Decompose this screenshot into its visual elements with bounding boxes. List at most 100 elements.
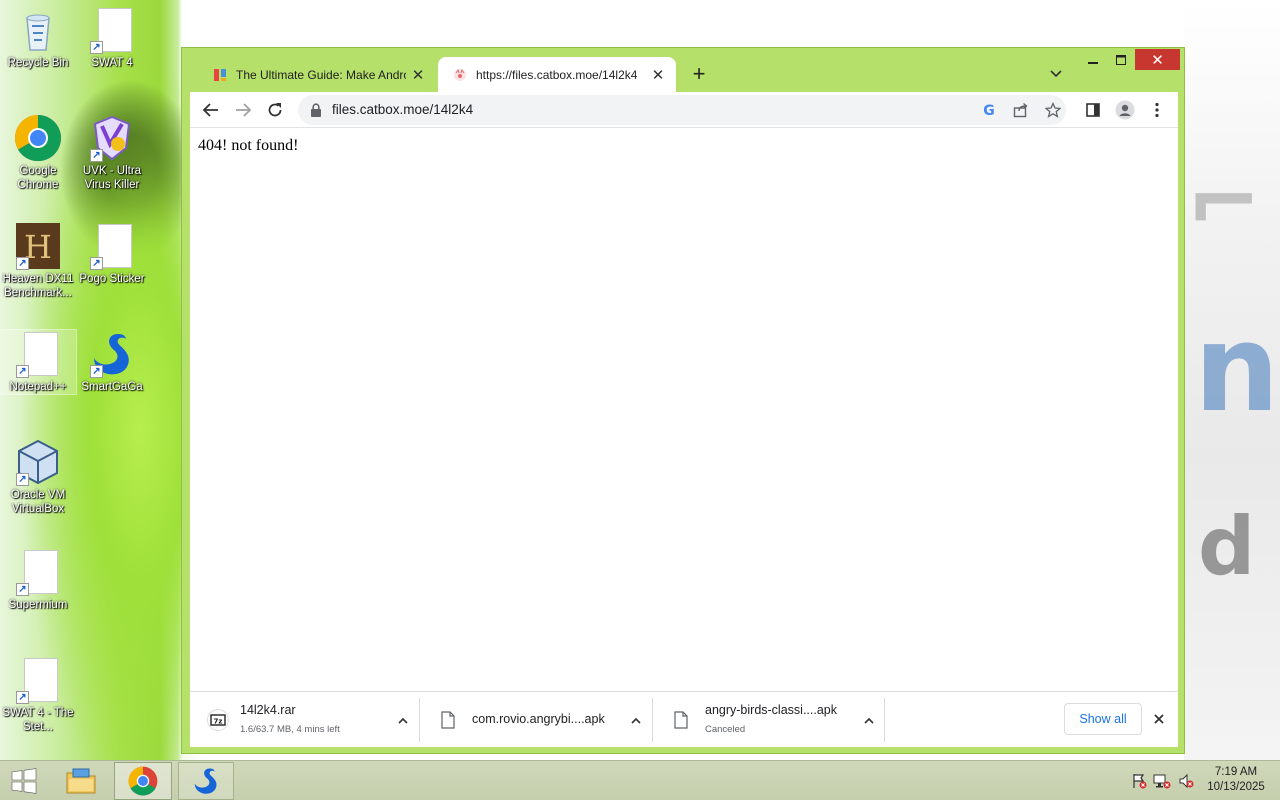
download-item[interactable]: angry-birds-classi....apk Canceled [653,692,885,748]
page-viewport: 404! not found! [190,128,1178,691]
desktop-icon-label: UVK - Ultra Virus Killer [82,165,142,191]
forward-button[interactable] [229,96,257,124]
wallpaper-decoration: ⌐ [1186,150,1262,255]
side-panel-icon[interactable] [1079,96,1107,124]
desktop-icon-supermium[interactable]: ↗ Supermium [0,548,76,612]
volume-muted-icon[interactable] [1177,773,1195,789]
start-button[interactable] [0,762,48,800]
guide-favicon-icon [212,67,228,83]
swan-icon [194,768,217,794]
tab-title: https://files.catbox.moe/14l2k4 [476,67,638,82]
desktop-icon-label: Heaven DX11 Benchmark... [2,273,74,299]
browser-window: The Ultimate Guide: Make Andro ✕ https:/… [181,47,1185,754]
uvk-icon: ↗ [88,114,136,162]
network-icon[interactable] [1153,773,1171,789]
wallpaper-decoration: n [1194,300,1280,439]
show-all-button[interactable]: Show all [1064,703,1142,735]
chrome-icon [14,114,62,162]
heaven-benchmark-icon: H ↗ [14,222,62,270]
chevron-up-icon[interactable] [392,710,414,732]
minimize-button[interactable] [1080,49,1106,70]
chevron-up-icon[interactable] [858,710,880,732]
close-download-shelf-icon[interactable] [1148,708,1170,730]
profile-avatar-icon[interactable] [1111,96,1139,124]
menu-kebab-icon[interactable] [1143,96,1171,124]
download-item[interactable]: com.rovio.angrybi....apk [420,692,653,748]
browser-toolbar: files.catbox.moe/14l2k4 G [190,92,1178,128]
desktop-icon-smartgaga[interactable]: ↗ SmartGaGa [74,330,150,394]
tab-ultimate-guide[interactable]: The Ultimate Guide: Make Andro ✕ [198,57,436,92]
desktop-icon-google-chrome[interactable]: Google Chrome [0,114,76,192]
taskbar-file-explorer[interactable] [58,762,104,800]
desktop-icon-swat4[interactable]: ↗ SWAT 4 [74,6,150,70]
file-icon: ↗ [14,548,62,596]
desktop-icon-label: Google Chrome [17,165,59,191]
desktop-icon-pogo-sticker[interactable]: ↗ Pogo Sticker [74,222,150,286]
download-status: 1.6/63.7 MB, 4 mins left [240,724,340,735]
taskbar-smartgaga[interactable] [178,762,234,800]
divider [884,698,885,742]
tab-strip: The Ultimate Guide: Make Andro ✕ https:/… [182,48,1184,92]
desktop-icon-label: Recycle Bin [7,57,69,69]
desktop-icon-label: SWAT 4 - The Stet... [2,707,74,733]
action-center-flag-icon[interactable] [1130,773,1148,789]
desktop-icon-notepad-plus-plus[interactable]: ↗ Notepad++ [0,329,77,395]
download-filename: 14l2k4.rar [240,703,296,717]
download-status: Canceled [705,724,746,735]
file-icon: ↗ [88,6,136,54]
page-error-text: 404! not found! [198,137,299,154]
file-icon: ↗ [88,222,136,270]
download-item[interactable]: 7z 14l2k4.rar 1.6/63.7 MB, 4 mins left [190,692,420,748]
file-icon [669,708,693,732]
archive-7z-icon: 7z [206,708,230,732]
close-window-button[interactable]: ✕ [1135,49,1180,70]
url-text: files.catbox.moe/14l2k4 [332,102,474,117]
tab-close-icon[interactable]: ✕ [646,63,670,87]
google-lens-icon[interactable]: G [975,96,1003,124]
file-icon: ↗ [14,330,62,378]
tab-close-icon[interactable]: ✕ [406,63,430,87]
address-bar[interactable]: files.catbox.moe/14l2k4 [298,95,1066,125]
download-shelf: 7z 14l2k4.rar 1.6/63.7 MB, 4 mins left c… [190,691,1178,747]
desktop-icon-heaven-benchmark[interactable]: H ↗ Heaven DX11 Benchmark... [0,222,76,300]
wallpaper-right-strip: ⌐ n d [1184,0,1280,760]
desktop-icon-swat4-stetchkov[interactable]: ↗ SWAT 4 - The Stet... [0,656,76,734]
virtualbox-icon: ↗ [14,438,62,486]
desktop-icon-label: SWAT 4 [91,57,133,69]
desktop-icon-label: SmartGaGa [81,381,143,393]
lock-icon [310,103,322,122]
windows-logo-icon [11,768,37,794]
desktop-icon-uvk[interactable]: ↗ UVK - Ultra Virus Killer [74,114,150,192]
svg-text:G: G [983,103,995,118]
maximize-button[interactable] [1108,49,1134,70]
share-icon[interactable] [1007,96,1035,124]
tab-title: The Ultimate Guide: Make Andro [236,67,406,82]
file-icon [436,708,460,732]
desktop-icon-virtualbox[interactable]: ↗ Oracle VM VirtualBox [0,438,76,516]
download-filename: com.rovio.angrybi....apk [472,712,605,726]
chrome-icon [128,766,158,796]
tab-catbox[interactable]: https://files.catbox.moe/14l2k4 ✕ [438,57,676,92]
desktop-icon-label: Supermium [8,599,68,611]
bookmark-star-icon[interactable] [1039,96,1067,124]
reload-button[interactable] [261,96,289,124]
new-tab-button[interactable]: + [686,62,712,88]
taskbar: 7:19 AM 10/13/2025 [0,760,1280,800]
desktop-icon-label: Pogo Sticker [79,273,145,285]
taskbar-chrome[interactable] [114,762,172,800]
swan-icon: ↗ [88,330,136,378]
system-clock[interactable]: 7:19 AM 10/13/2025 [1200,765,1272,795]
download-filename: angry-birds-classi....apk [705,703,837,717]
tab-search-chevron-icon[interactable] [1044,62,1068,86]
file-icon: ↗ [14,656,62,704]
back-button[interactable] [197,96,225,124]
desktop-icon-label: Oracle VM VirtualBox [10,489,66,515]
desktop-icon-recycle-bin[interactable]: Recycle Bin [0,6,76,70]
catbox-favicon-icon [452,67,468,83]
clock-date: 10/13/2025 [1207,781,1265,793]
wallpaper-decoration: d [1198,500,1256,593]
svg-text:7z: 7z [214,718,223,726]
folder-icon [66,768,96,794]
recycle-bin-icon [14,6,62,54]
chevron-up-icon[interactable] [625,710,647,732]
